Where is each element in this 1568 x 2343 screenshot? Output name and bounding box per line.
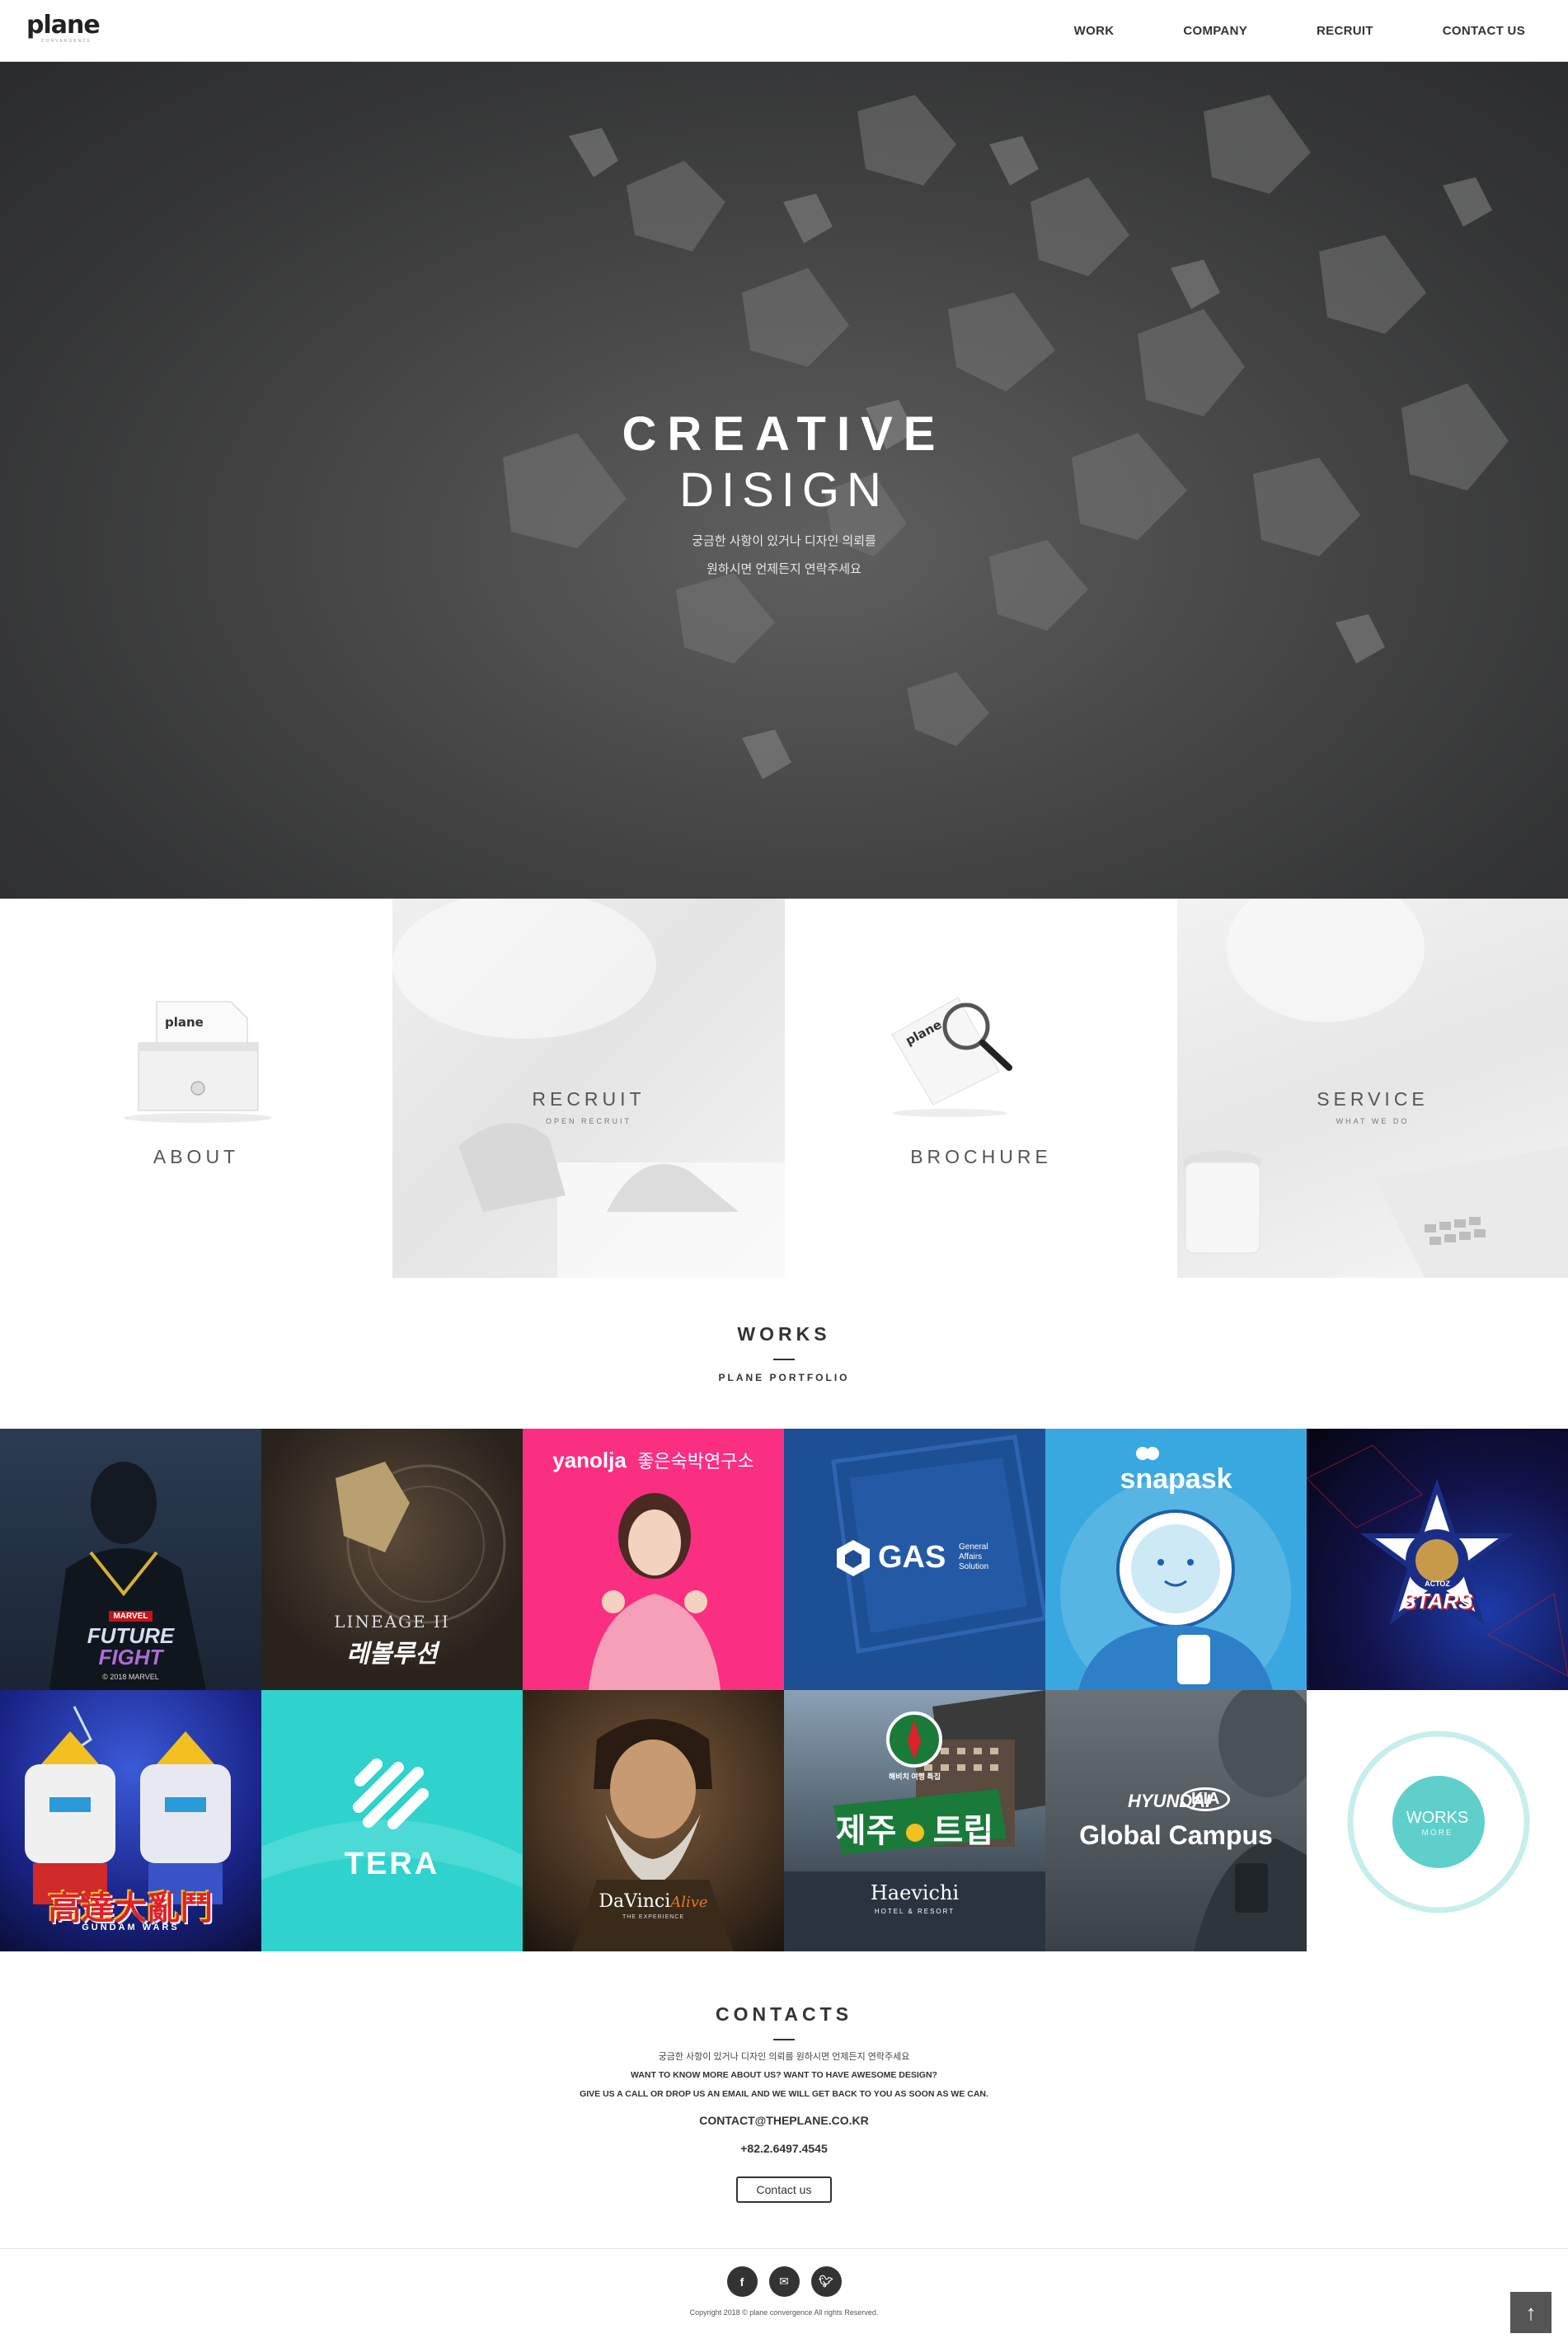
marvel-badge: MARVEL [109,1611,153,1622]
davinci-title: DaVinciAlive [523,1891,784,1912]
works-section-header: WORKS PLANE PORTFOLIO [0,1323,1568,1383]
works-more-label: WORKS [1406,1809,1469,1827]
work-tile-gas[interactable]: GAS General Affairs Solution [784,1429,1045,1690]
quick-service[interactable]: SERVICE WHAT WE DO [1177,899,1568,1278]
contacts-text-kr: 궁금한 사항이 있거나 디자인 의뢰를 원하시면 언제든지 연락주세요 [658,2052,910,2062]
stars-title: STARS [1401,1589,1473,1613]
davinci-title-script: Alive [670,1894,708,1911]
work-tile-yanolja[interactable]: yanolja 좋은숙박연구소 [523,1429,784,1690]
mail-icon[interactable]: ✉ [768,2266,800,2297]
arrow-up-icon: ↑ [1525,2299,1537,2325]
davinci-portrait-art [572,1719,734,1951]
logo[interactable]: plane CONVERGENCE [26,11,101,45]
social-links: f ✉ 🐦︎ [0,2266,1568,2297]
work-tile-haevichi[interactable]: 해비치 여행 특집 제주 트립 Haevichi HOTEL & RESORT [784,1690,1045,1951]
tera-logo-art [261,1758,523,1888]
contacts-section: CONTACTS 궁금한 사항이 있거나 디자인 의뢰를 원하시면 언제든지 연… [0,2003,1568,2203]
gas-title: GAS [878,1540,946,1575]
work-tile-tera[interactable]: TERA [261,1690,523,1951]
gas-sub-line1: General [959,1542,988,1552]
lineage-title: LINEAGE II [334,1612,450,1632]
brochure-magnifier-icon: plane [891,997,1012,1117]
quick-about-label: ABOUT [153,1146,240,1167]
future-fight-copyright: © 2018 MARVEL [102,1673,159,1681]
quick-service-label: SERVICE [1317,1088,1429,1110]
works-title: WORKS [737,1323,831,1345]
copyright: Copyright 2018 © plane convergence All r… [689,2308,879,2317]
hero-subtitle: 궁금한 사항이 있거나 디자인 의뢰를 원하시면 언제든지 연락주세요 [0,528,1568,584]
davinci-subtitle: THE EXPERIENCE [622,1914,685,1920]
gas-sub-line3: Solution [959,1562,989,1571]
gas-sub-line2: Affairs [959,1552,983,1561]
lineage-subtitle: 레볼루션 [346,1641,438,1668]
haevichi-badge: 해비치 여행 특집 [889,1773,941,1781]
nav-recruit[interactable]: RECRUIT [1317,24,1373,38]
quick-brochure[interactable]: plane BROCHURE [785,899,1177,1278]
works-title-divider [773,1359,795,1360]
logo-wordmark: plane [26,11,101,40]
quick-menu: plane ABOUT RECRUIT OPEN RECRUIT plane B… [0,899,1568,1278]
quick-about[interactable]: plane ABOUT [0,899,392,1278]
davinci-title-main: DaVinci [599,1891,671,1912]
haevichi-sub: HOTEL & RESORT [874,1908,955,1915]
works-more-sub: MORE [1421,1829,1453,1838]
work-tile-snapask[interactable]: snapask [1045,1429,1307,1690]
work-tile-lineage[interactable]: LINEAGE II 레볼루션 [261,1429,523,1690]
work-tile-actoz-stars[interactable]: ACTOZ STARS [1307,1429,1568,1690]
hero-subtitle-line1: 궁금한 사항이 있거나 디자인 의뢰를 [692,534,876,548]
works-more-button[interactable]: WORKS MORE [1307,1690,1568,1951]
contact-email[interactable]: CONTACT@THEPLANE.CO.KR [0,2114,1568,2127]
contacts-text-en1: WANT TO KNOW MORE ABOUT US? WANT TO HAVE… [631,2070,937,2080]
file-cabinet-icon: plane [124,1001,272,1123]
quick-service-sub: WHAT WE DO [1336,1117,1410,1125]
works-subtitle: PLANE PORTFOLIO [718,1372,850,1383]
contacts-title-divider [773,2039,795,2040]
quick-recruit-sub: OPEN RECRUIT [545,1117,631,1125]
hero-banner: CREATIVE DISIGN 궁금한 사항이 있거나 디자인 의뢰를 원하시면… [0,62,1568,899]
work-tile-gundam-wars[interactable]: 高達大亂鬥 GUNDAM WARS [0,1690,261,1951]
gas-subtitle: General Affairs Solution [959,1542,988,1572]
tera-title: TERA [344,1847,440,1881]
yanolja-model-photo [589,1493,721,1690]
nav-company[interactable]: COMPANY [1183,24,1247,38]
facebook-icon[interactable]: f [726,2266,758,2297]
contacts-text-en2: GIVE US A CALL OR DROP US AN EMAIL AND W… [580,2089,988,2099]
quick-recruit[interactable]: RECRUIT OPEN RECRUIT [392,899,785,1278]
contact-us-button[interactable]: Contact us [736,2176,832,2203]
quick-brochure-label: BROCHURE [910,1146,1052,1167]
nav-contact-us[interactable]: CONTACT US [1443,24,1525,38]
quick-recruit-label: RECRUIT [532,1088,646,1110]
footer-divider [0,2248,1568,2249]
work-tile-davinci[interactable]: DaVinciAlive THE EXPERIENCE [523,1690,784,1951]
haevichi-brand: Haevichi [870,1881,960,1904]
hero-subtitle-line2: 원하시면 언제든지 연락주세요 [707,562,861,576]
stars-small-text: ACTOZ [1425,1580,1450,1588]
twitter-icon[interactable]: 🐦︎ [810,2266,842,2297]
contacts-title: CONTACTS [715,2003,853,2025]
gundam-subtitle: GUNDAM WARS [82,1923,180,1932]
logo-subtitle: CONVERGENCE [41,39,92,44]
global-campus-title: Global Campus [1079,1820,1273,1850]
haevichi-x-badge [905,1824,924,1843]
future-fight-title2: FIGHT [98,1645,163,1669]
snapask-title: snapask [1120,1463,1232,1495]
gas-cube-icon [837,1540,870,1576]
contact-phone[interactable]: +82.2.6497.4545 [0,2142,1568,2155]
stars-emblem-art [1307,1444,1568,1677]
kia-logo: KIA [1181,1787,1231,1811]
haevichi-title: 제주 트립 [784,1804,1045,1852]
haevichi-title1: 제주 [835,1813,897,1849]
hero-title-line2: DISIGN [679,463,889,517]
main-nav: WORK COMPANY RECRUIT CONTACT US [1074,0,1525,62]
paper-logo-text: plane [165,1015,204,1030]
work-tile-global-campus[interactable]: HYUNDAI KIA Global Campus [1045,1690,1307,1951]
nav-work[interactable]: WORK [1074,24,1115,38]
hero-title-line1: CREATIVE [622,407,946,461]
haevichi-title2: 트립 [932,1813,994,1849]
work-tile-future-fight[interactable]: MARVEL FUTURE FIGHT © 2018 MARVEL [0,1429,261,1690]
site-header: plane CONVERGENCE WORK COMPANY RECRUIT C… [0,0,1568,62]
scroll-to-top-button[interactable]: ↑ [1510,2292,1552,2333]
